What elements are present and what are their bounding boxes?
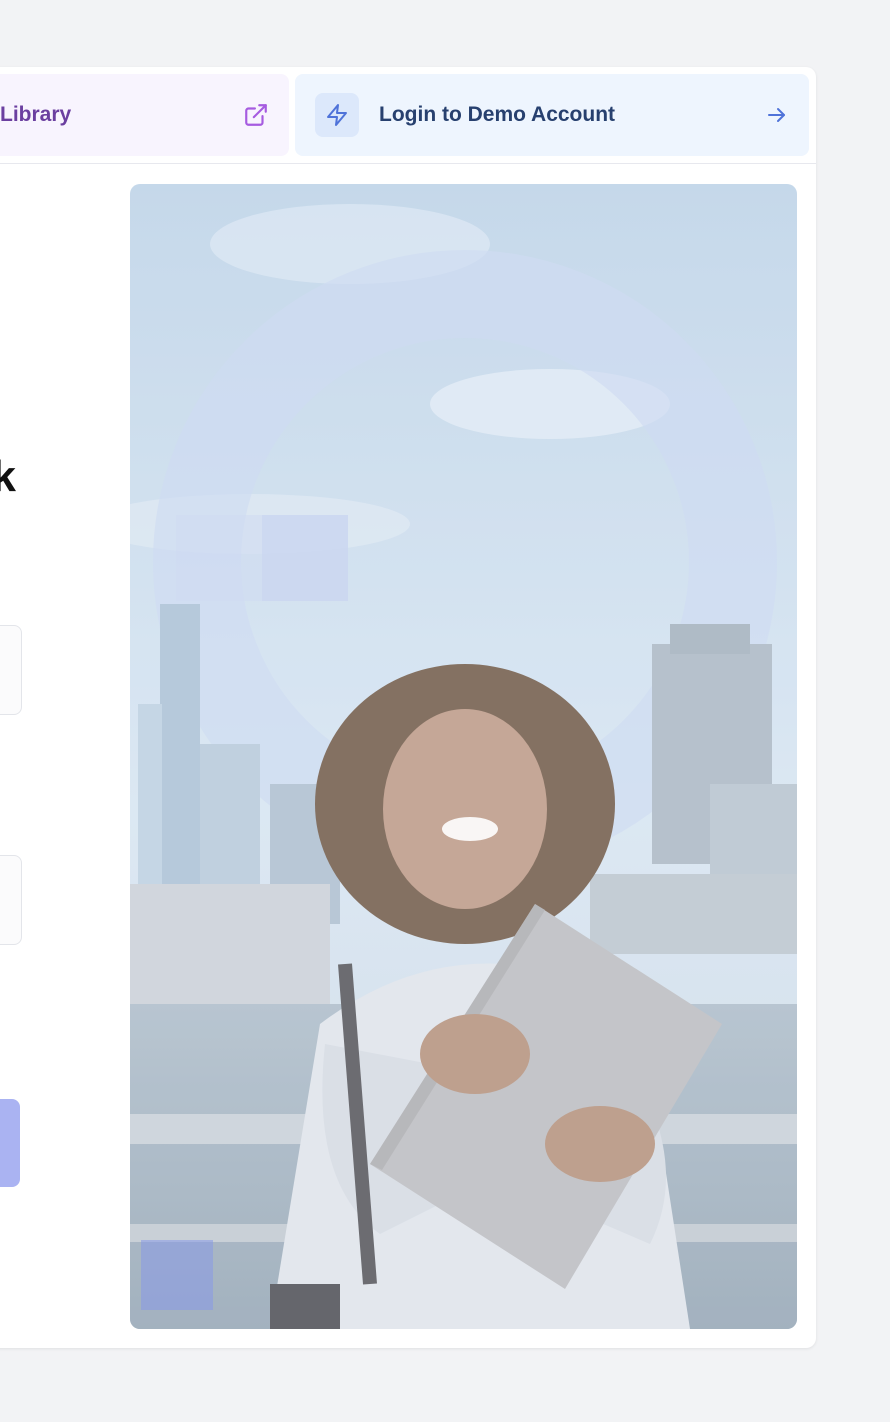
library-label: Library (0, 103, 72, 126)
demo-account-label: Login to Demo Account (379, 103, 616, 126)
top-action-bar: Library Login to Demo Account (0, 67, 816, 164)
arrow-right-icon (765, 103, 789, 127)
page-heading-fragment: k (0, 452, 16, 501)
email-field[interactable] (0, 625, 22, 715)
hero-photo (130, 184, 797, 1329)
password-field[interactable] (0, 855, 22, 945)
login-card: Library Login to Demo Account k (0, 67, 816, 1348)
library-link-button[interactable]: Library (0, 74, 289, 156)
lightning-bolt-icon (315, 93, 359, 137)
external-link-icon (243, 102, 269, 128)
sign-in-button[interactable] (0, 1099, 20, 1187)
login-demo-account-button[interactable]: Login to Demo Account (295, 74, 809, 156)
